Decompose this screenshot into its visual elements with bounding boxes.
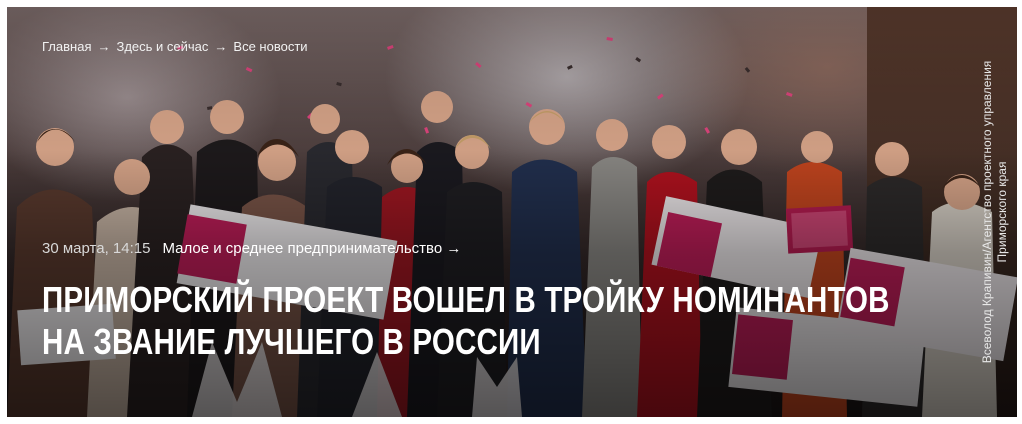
photo-credit: Всеволод Крапивин/Агентство проектного у… xyxy=(971,7,1017,417)
article-meta: 30 марта, 14:15 Малое и среднее предприн… xyxy=(42,240,461,257)
arrow-right-icon: → xyxy=(97,39,111,54)
photo-credit-text: Всеволод Крапивин/Агентство проектного у… xyxy=(980,12,1010,412)
arrow-right-icon: → xyxy=(214,39,228,54)
breadcrumb-here-and-now-link[interactable]: Здесь и сейчас xyxy=(116,39,208,54)
article-date: 30 марта, 14:15 xyxy=(42,240,151,257)
breadcrumb-all-news-link[interactable]: Все новости xyxy=(233,39,307,54)
rubric-link[interactable]: Малое и среднее предпринимательство → xyxy=(162,240,461,257)
hero-banner: Главная → Здесь и сейчас → Все новости 3… xyxy=(7,7,1017,417)
breadcrumb: Главная → Здесь и сейчас → Все новости xyxy=(42,39,308,54)
article-title-line-1: ПРИМОРСКИЙ ПРОЕКТ ВОШЕЛ В ТРОЙКУ НОМИНАН… xyxy=(42,279,890,320)
breadcrumb-home-link[interactable]: Главная xyxy=(42,39,91,54)
photo-credit-line-1: Всеволод Крапивин/Агентство проектного у… xyxy=(980,60,994,364)
article-title-line-2: НА ЗВАНИЕ ЛУЧШЕГО В РОССИИ xyxy=(42,321,541,362)
photo-credit-line-2: Приморского края xyxy=(995,161,1009,263)
article-title: ПРИМОРСКИЙ ПРОЕКТ ВОШЕЛ В ТРОЙКУ НОМИНАН… xyxy=(42,279,890,363)
